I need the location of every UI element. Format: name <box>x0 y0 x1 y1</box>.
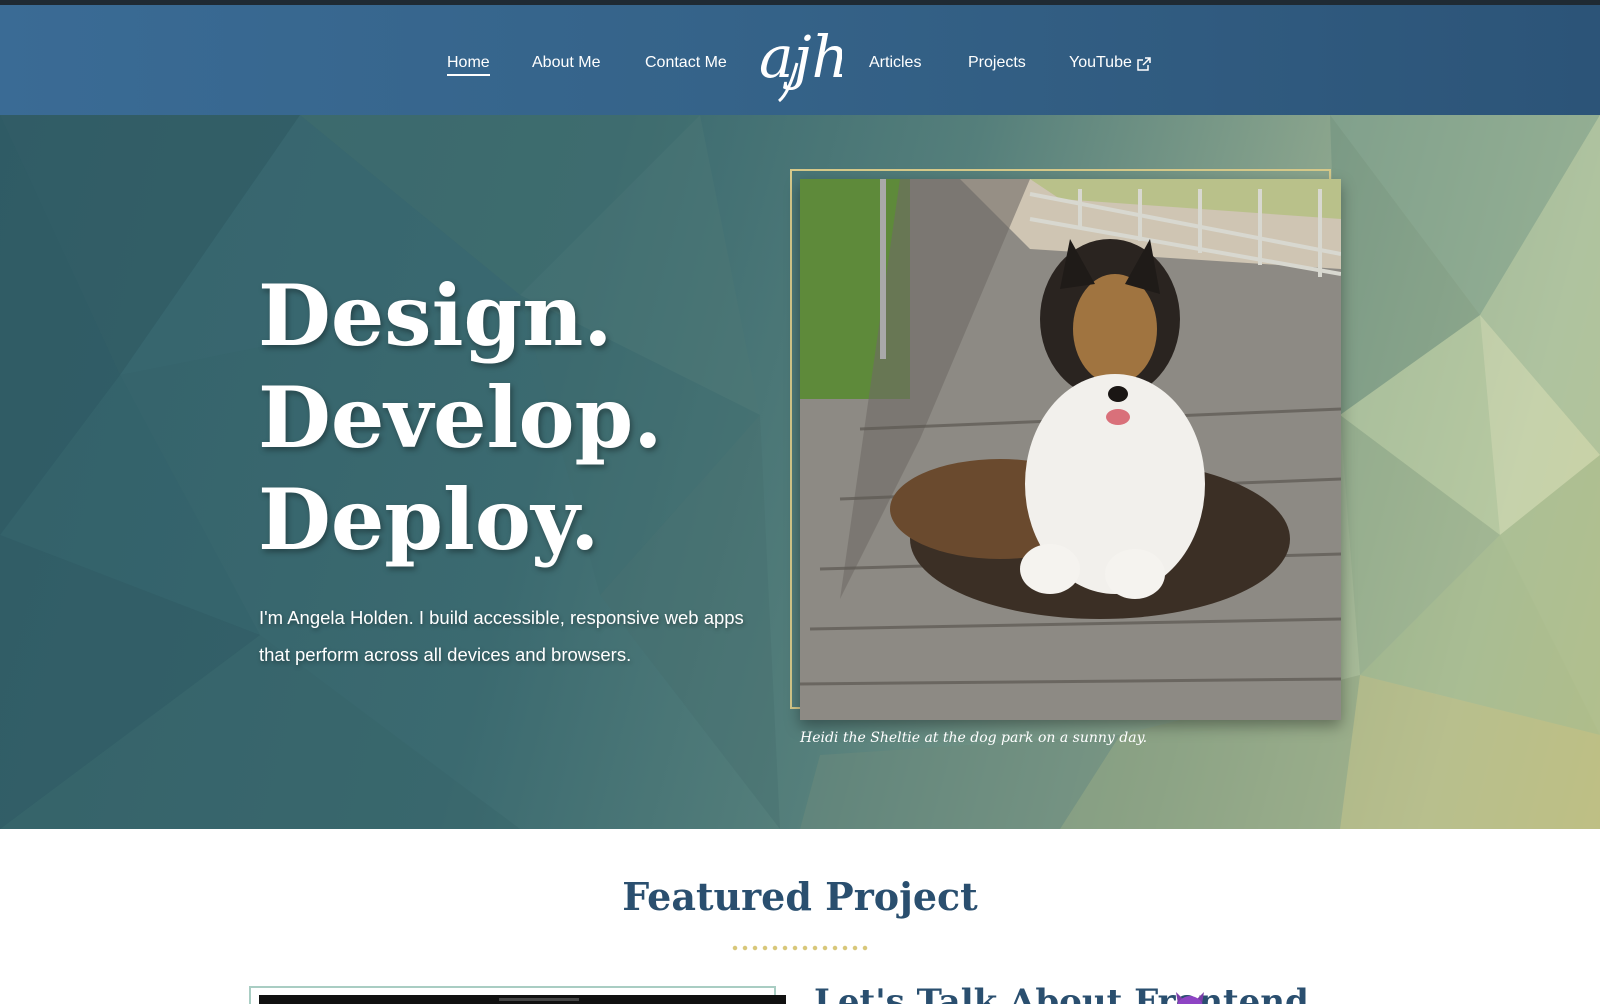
project-title[interactable]: Let's Talk About Frontend <box>814 982 1309 1004</box>
photo-caption: Heidi the Sheltie at the dog park on a s… <box>800 730 1148 746</box>
nav-home[interactable]: Home <box>447 48 490 76</box>
hero-section: Design. Develop. Deploy. I'm Angela Hold… <box>0 115 1600 829</box>
nav-contact-me[interactable]: Contact Me <box>645 48 727 78</box>
project-thumbnail[interactable] <box>259 995 786 1004</box>
external-link-icon <box>1137 57 1151 71</box>
nav-youtube[interactable]: YouTube <box>1069 48 1132 78</box>
intro-line-1: I'm Angela Holden. I build accessible, r… <box>259 607 744 628</box>
dog-photo <box>800 179 1341 720</box>
hero-intro: I'm Angela Holden. I build accessible, r… <box>259 599 779 673</box>
featured-project-heading: Featured Project <box>622 874 978 919</box>
hero-headline: Design. Develop. Deploy. <box>258 265 662 571</box>
nav-articles[interactable]: Articles <box>869 48 921 78</box>
sheltie-dog-image <box>800 179 1341 720</box>
svg-text:ajh: ajh <box>759 23 842 91</box>
headline-line-develop: Develop. <box>258 368 663 467</box>
nav-about-me[interactable]: About Me <box>532 48 600 78</box>
ajh-logo[interactable]: ajh <box>757 13 842 105</box>
site-header: Home About Me Contact Me ajh Articles Pr… <box>0 5 1600 115</box>
purple-devil-emoji-icon <box>1176 992 1204 1004</box>
nav-projects[interactable]: Projects <box>968 48 1026 78</box>
browser-address-bar <box>499 998 579 1001</box>
dotted-divider <box>730 945 870 951</box>
intro-line-2: that perform across all devices and brow… <box>259 644 632 665</box>
headline-line-design: Design. <box>258 266 613 365</box>
headline-line-deploy: Deploy. <box>258 470 600 569</box>
